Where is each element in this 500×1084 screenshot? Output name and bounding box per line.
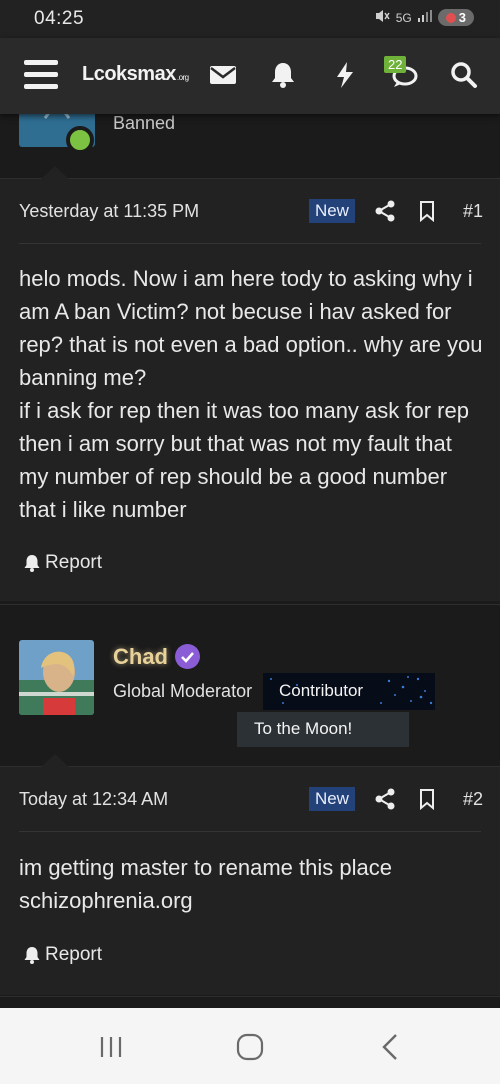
divider — [19, 243, 481, 244]
post-pointer — [40, 166, 70, 180]
bell-icon[interactable] — [268, 60, 298, 90]
mail-icon[interactable] — [208, 60, 238, 90]
share-icon[interactable] — [373, 199, 397, 223]
new-badge: New — [308, 199, 355, 223]
site-logo[interactable]: Lcoksmax.org — [82, 63, 189, 86]
alerts-badge: 22 — [384, 56, 407, 73]
contributor-banner: Contributor — [263, 673, 435, 710]
report-label: Report — [45, 944, 103, 965]
report-link[interactable]: Report — [22, 944, 102, 966]
divider — [19, 831, 481, 832]
post-actions: New #2 — [308, 787, 483, 811]
network-label: 5G — [395, 10, 412, 25]
status-icons: 5G 3 — [374, 9, 474, 26]
new-badge: New — [308, 787, 355, 811]
username[interactable]: Chad — [113, 644, 168, 670]
report-link[interactable]: Report — [22, 552, 102, 574]
post-date[interactable]: Today at 12:34 AM — [19, 789, 168, 810]
status-time: 04:25 — [34, 8, 85, 29]
post-body: im getting master to rename this place s… — [19, 855, 392, 913]
post-pointer — [40, 754, 70, 768]
battery-indicator: 3 — [437, 9, 474, 26]
online-status-indicator — [66, 126, 94, 154]
bell-icon — [24, 947, 40, 964]
moon-label: To the Moon! — [254, 719, 353, 738]
logo-suffix: .org — [176, 73, 189, 82]
signal-icon — [417, 10, 432, 25]
home-icon[interactable] — [235, 1032, 265, 1062]
status-bar: 04:25 5G 3 — [0, 0, 500, 38]
contributor-label: Contributor — [279, 681, 364, 700]
menu-icon[interactable] — [24, 60, 58, 90]
search-icon[interactable] — [449, 60, 479, 90]
mute-icon — [374, 9, 390, 26]
post-meta: Today at 12:34 AM New #2 — [19, 783, 483, 815]
user-title: Banned — [113, 113, 176, 133]
share-icon[interactable] — [373, 787, 397, 811]
report-label: Report — [45, 552, 103, 573]
verified-badge-icon — [175, 644, 200, 669]
recent-apps-icon[interactable] — [96, 1032, 126, 1062]
post-date[interactable]: Yesterday at 11:35 PM — [19, 201, 199, 222]
bookmark-icon[interactable] — [415, 199, 439, 223]
moon-banner: To the Moon! — [237, 712, 409, 747]
battery-icon — [445, 12, 456, 23]
user-avatar[interactable] — [19, 640, 94, 715]
user-role: Global Moderator — [113, 681, 253, 701]
post-actions: New #1 — [308, 199, 483, 223]
system-nav-bar — [0, 1008, 500, 1084]
back-icon[interactable] — [376, 1032, 406, 1062]
divider — [0, 604, 500, 605]
top-navbar: Lcoksmax.org 22 — [0, 38, 500, 114]
battery-level: 3 — [458, 10, 466, 25]
post-number[interactable]: #2 — [463, 789, 483, 810]
logo-text: Lcoksmax — [82, 63, 176, 85]
bookmark-icon[interactable] — [415, 787, 439, 811]
post-body: helo mods. Now i am here tody to asking … — [19, 266, 483, 522]
screen: 04:25 5G 3 Lcoksmax.org 22 Banned Yester… — [0, 0, 500, 1084]
post-number[interactable]: #1 — [463, 201, 483, 222]
post-meta: Yesterday at 11:35 PM New #1 — [19, 195, 483, 227]
divider — [0, 996, 500, 997]
lightning-icon[interactable] — [330, 60, 360, 90]
bell-icon — [24, 555, 40, 572]
